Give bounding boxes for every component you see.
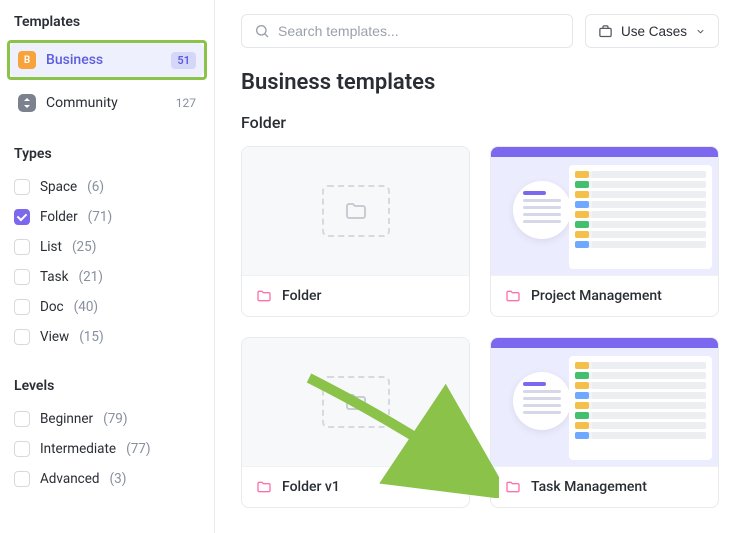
- chevron-down-icon: [695, 26, 706, 37]
- levels-heading: Levels: [10, 378, 204, 394]
- checkbox[interactable]: [14, 209, 30, 225]
- card-title: Task Management: [531, 479, 647, 495]
- filter-group-types: Types Space (6) Folder (71) List (25) Ta…: [10, 146, 204, 352]
- filter-level-advanced[interactable]: Advanced (3): [10, 464, 204, 494]
- sidebar-item-business[interactable]: B Business 51: [10, 43, 204, 77]
- main-content: Use Cases Business templates Folder Fold…: [215, 0, 745, 533]
- card-footer: Folder: [242, 275, 469, 316]
- card-preview: [242, 147, 469, 275]
- card-preview: [491, 147, 718, 275]
- card-title: Project Management: [531, 288, 662, 304]
- filter-count: (3): [110, 471, 127, 487]
- card-title: Folder v1: [282, 479, 340, 495]
- topbar: Use Cases: [241, 14, 719, 48]
- folder-icon: [256, 479, 272, 495]
- filter-count: (79): [103, 411, 128, 427]
- community-icon: [18, 94, 36, 112]
- card-footer: Folder v1: [242, 466, 469, 507]
- briefcase-icon: [598, 24, 613, 39]
- filter-label: Space: [40, 179, 77, 195]
- filter-group-levels: Levels Beginner (79) Intermediate (77) A…: [10, 378, 204, 494]
- checkbox[interactable]: [14, 471, 30, 487]
- filter-type-list[interactable]: List (25): [10, 232, 204, 262]
- filter-level-beginner[interactable]: Beginner (79): [10, 404, 204, 434]
- filter-label: Beginner: [40, 411, 93, 427]
- use-cases-label: Use Cases: [621, 24, 687, 39]
- checkbox[interactable]: [14, 441, 30, 457]
- checkbox[interactable]: [14, 179, 30, 195]
- filter-label: Folder: [40, 209, 78, 225]
- checkbox[interactable]: [14, 329, 30, 345]
- dashboard-thumbnail: [491, 338, 718, 466]
- template-card-folder-v1[interactable]: Folder v1: [241, 337, 470, 508]
- checkbox[interactable]: [14, 239, 30, 255]
- templates-heading: Templates: [10, 14, 204, 30]
- sidebar: Templates B Business 51 Community 127 Ty…: [0, 0, 215, 533]
- template-card-project-management[interactable]: Project Management: [490, 146, 719, 317]
- filter-level-intermediate[interactable]: Intermediate (77): [10, 434, 204, 464]
- card-footer: Project Management: [491, 275, 718, 316]
- filter-label: Task: [40, 269, 68, 285]
- filter-count: (15): [79, 329, 104, 345]
- checkbox[interactable]: [14, 411, 30, 427]
- folder-placeholder-icon: [322, 376, 390, 428]
- filter-count: (71): [88, 209, 113, 225]
- filter-count: (6): [87, 179, 104, 195]
- sidebar-item-count: 127: [176, 96, 196, 110]
- card-title: Folder: [282, 288, 321, 304]
- filter-count: (77): [126, 441, 151, 457]
- filter-type-view[interactable]: View (15): [10, 322, 204, 352]
- card-grid: Folder: [241, 146, 719, 508]
- types-heading: Types: [10, 146, 204, 162]
- sidebar-item-label: Business: [46, 52, 161, 68]
- filter-label: View: [40, 329, 69, 345]
- folder-placeholder-icon: [322, 185, 390, 237]
- search-input[interactable]: [278, 23, 560, 39]
- sidebar-item-badge: 51: [171, 52, 196, 69]
- search-icon: [254, 23, 270, 39]
- business-icon: B: [18, 51, 36, 69]
- filter-type-folder[interactable]: Folder (71): [10, 202, 204, 232]
- filter-type-task[interactable]: Task (21): [10, 262, 204, 292]
- section-title: Folder: [241, 113, 719, 132]
- filter-type-space[interactable]: Space (6): [10, 172, 204, 202]
- filter-label: Intermediate: [40, 441, 116, 457]
- card-footer: Task Management: [491, 466, 718, 507]
- filter-count: (40): [74, 299, 99, 315]
- card-preview: [491, 338, 718, 466]
- highlight-business: B Business 51: [7, 40, 207, 80]
- filter-count: (25): [72, 239, 97, 255]
- filter-label: Doc: [40, 299, 64, 315]
- checkbox[interactable]: [14, 269, 30, 285]
- filter-type-doc[interactable]: Doc (40): [10, 292, 204, 322]
- checkbox[interactable]: [14, 299, 30, 315]
- dashboard-thumbnail: [491, 147, 718, 275]
- page-title: Business templates: [241, 70, 719, 95]
- template-card-folder[interactable]: Folder: [241, 146, 470, 317]
- filter-label: List: [40, 239, 62, 255]
- use-cases-button[interactable]: Use Cases: [585, 14, 719, 48]
- card-preview: [242, 338, 469, 466]
- sidebar-item-community[interactable]: Community 127: [10, 86, 204, 120]
- search-box[interactable]: [241, 14, 573, 48]
- folder-icon: [256, 288, 272, 304]
- folder-icon: [505, 288, 521, 304]
- filter-label: Advanced: [40, 471, 100, 487]
- sidebar-item-label: Community: [46, 95, 166, 111]
- filter-count: (21): [78, 269, 103, 285]
- template-card-task-management[interactable]: Task Management: [490, 337, 719, 508]
- folder-icon: [505, 479, 521, 495]
